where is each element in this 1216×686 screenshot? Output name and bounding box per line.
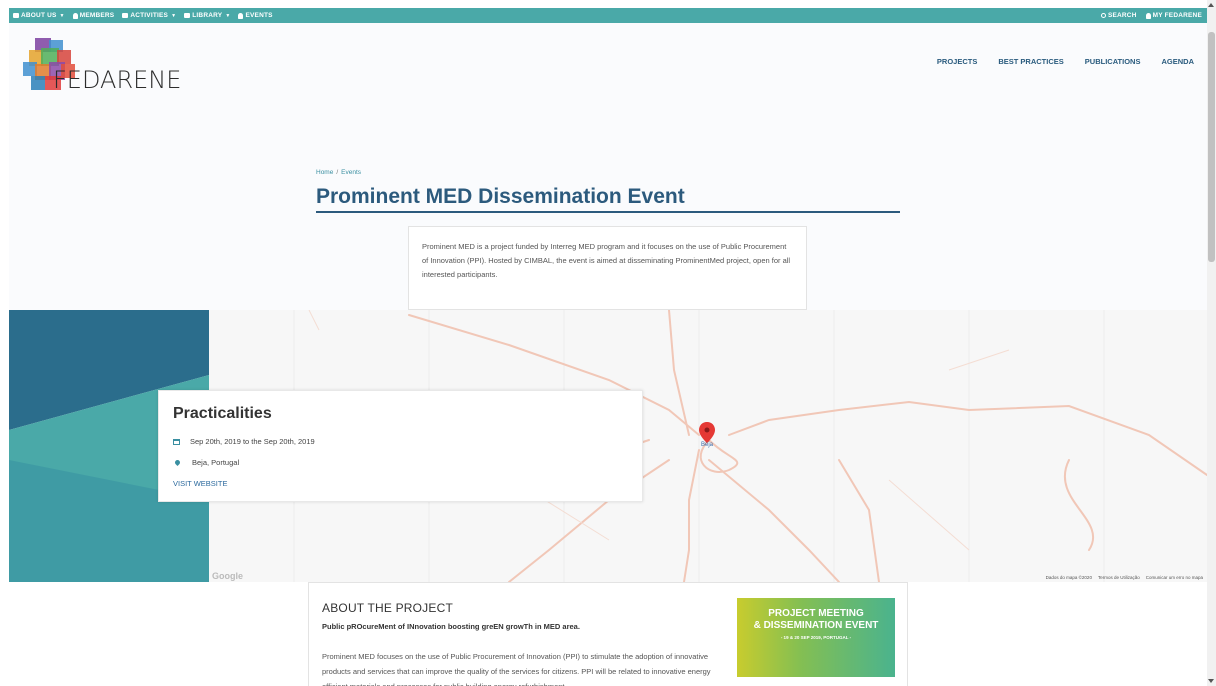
nav-publications[interactable]: PUBLICATIONS xyxy=(1085,57,1141,66)
visit-website-link[interactable]: VISIT WEBSITE xyxy=(173,479,227,488)
practicalities-title: Practicalities xyxy=(173,405,272,422)
event-date: Sep 20th, 2019 to the Sep 20th, 2019 xyxy=(190,437,315,446)
topbar-item-about-us[interactable]: ABOUT US ▼ xyxy=(13,12,65,19)
search-link[interactable]: SEARCH xyxy=(1100,12,1137,19)
map-pin-icon xyxy=(173,458,182,467)
about-project-section: ABOUT THE PROJECT Public pROcureMent of … xyxy=(308,582,908,686)
page-header: FEDARENE PROJECTS BEST PRACTICES PUBLICA… xyxy=(9,23,1207,310)
book-icon xyxy=(13,13,19,18)
person-icon xyxy=(238,12,244,19)
breadcrumb-events[interactable]: Events xyxy=(341,169,361,176)
event-banner-image: PROJECT MEETING & DISSEMINATION EVENT - 1… xyxy=(737,598,895,677)
nav-best-practices[interactable]: BEST PRACTICES xyxy=(998,57,1063,66)
topbar-item-activities[interactable]: ACTIVITIES ▼ xyxy=(122,12,176,19)
map-report-link[interactable]: Comunicar um erro no mapa xyxy=(1146,575,1203,580)
main-nav: PROJECTS BEST PRACTICES PUBLICATIONS AGE… xyxy=(937,57,1194,66)
topbar-item-events[interactable]: EVENTS xyxy=(238,12,272,19)
about-heading: ABOUT THE PROJECT xyxy=(322,601,453,615)
title-underline xyxy=(316,211,900,213)
caret-down-icon: ▼ xyxy=(225,12,231,19)
top-bar-left: ABOUT US ▼ MEMBERS ACTIVITIES ▼ LIBRARY ▼ E… xyxy=(13,8,273,23)
breadcrumb-home[interactable]: Home xyxy=(316,169,333,176)
map-terms-link[interactable]: Termos de Utilização xyxy=(1098,575,1140,580)
topbar-item-library[interactable]: LIBRARY ▼ xyxy=(184,12,230,19)
map-footer: Dados do mapa ©2020 Termos de Utilização… xyxy=(1046,575,1203,580)
breadcrumb-separator: / xyxy=(336,169,339,176)
map-data-credit: Dados do mapa ©2020 xyxy=(1045,575,1092,580)
page-scrollbar[interactable] xyxy=(1207,0,1216,686)
calendar-icon xyxy=(173,438,180,445)
nav-agenda[interactable]: AGENDA xyxy=(1161,57,1194,66)
breadcrumb: Home / Events xyxy=(316,169,361,176)
caret-down-icon: ▼ xyxy=(59,12,65,19)
topbar-item-members[interactable]: MEMBERS xyxy=(72,12,115,19)
logo-text: FEDARENE xyxy=(53,66,182,94)
scroll-up-icon[interactable] xyxy=(1208,3,1214,7)
scroll-thumb[interactable] xyxy=(1208,32,1215,262)
book-icon xyxy=(184,13,191,18)
top-bar-right: SEARCH MY FEDARENE xyxy=(1100,8,1202,23)
google-logo: Google xyxy=(212,571,243,581)
practicalities-card: Practicalities Sep 20th, 2019 to the Sep… xyxy=(158,390,643,502)
fedarene-logo[interactable]: FEDARENE xyxy=(21,38,201,94)
event-location-row: Beja, Portugal xyxy=(173,458,239,467)
page-title: Prominent MED Dissemination Event xyxy=(316,185,685,208)
about-description: Prominent MED focuses on the use of Publ… xyxy=(322,652,711,686)
nav-projects[interactable]: PROJECTS xyxy=(937,57,977,66)
banner-line-2: & DISSEMINATION EVENT xyxy=(753,620,879,631)
map-marker-icon[interactable] xyxy=(699,422,715,443)
event-location: Beja, Portugal xyxy=(192,458,240,467)
banner-line-3: - 19 & 20 SEP 2019, PORTUGAL - xyxy=(780,635,852,640)
caret-down-icon: ▼ xyxy=(171,12,177,19)
my-fedarene-link[interactable]: MY FEDARENE xyxy=(1145,12,1202,19)
scroll-down-icon[interactable] xyxy=(1208,679,1214,683)
person-icon xyxy=(72,12,78,19)
person-icon xyxy=(1145,12,1151,19)
book-icon xyxy=(122,13,129,18)
about-subtitle: Public pROcureMent of INnovation boostin… xyxy=(322,622,580,631)
top-bar: ABOUT US ▼ MEMBERS ACTIVITIES ▼ LIBRARY ▼ E… xyxy=(9,8,1207,23)
intro-text: Prominent MED is a project funded by Int… xyxy=(408,226,807,310)
event-date-row: Sep 20th, 2019 to the Sep 20th, 2019 xyxy=(173,437,315,446)
map-city-label: Beja xyxy=(701,442,714,448)
banner-line-1: PROJECT MEETING xyxy=(768,608,864,619)
search-icon xyxy=(1100,13,1106,18)
